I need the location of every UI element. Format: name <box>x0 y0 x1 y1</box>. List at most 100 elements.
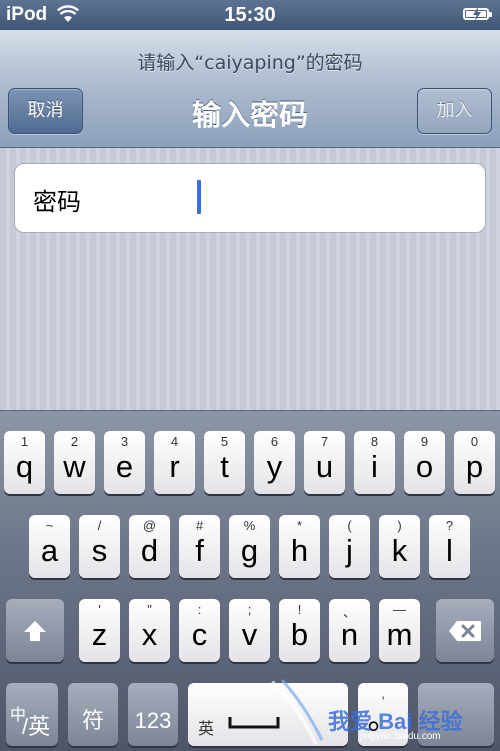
key-b[interactable]: ! b <box>279 599 320 662</box>
key-secondary-label: 6 <box>270 434 279 449</box>
key-letter-label: k <box>391 533 408 568</box>
text-cursor <box>197 180 201 214</box>
key-letter-label: n <box>340 617 359 652</box>
comma-key-sup: , <box>381 686 385 701</box>
key-letter-label: a <box>40 533 59 568</box>
key-letter-label: l <box>446 533 453 568</box>
content-area: 密码 <box>0 148 500 410</box>
key-secondary-label: 4 <box>170 434 179 449</box>
password-label: 密码 <box>33 188 81 216</box>
number-key-label: 123 <box>134 708 172 733</box>
shift-key[interactable] <box>6 599 64 662</box>
key-y[interactable]: 6y <box>254 431 295 494</box>
number-key[interactable]: 123 <box>128 683 178 746</box>
comma-key-main: 。 <box>367 701 399 736</box>
symbol-key[interactable]: 符 <box>68 683 118 746</box>
battery-icon <box>463 7 492 21</box>
key-secondary-label: ? <box>445 518 454 533</box>
key-secondary-label: 5 <box>220 434 229 449</box>
key-letter-label: w <box>63 449 86 484</box>
key-letter-label: f <box>195 533 204 568</box>
key-letter-label: c <box>191 617 208 652</box>
key-t[interactable]: 5t <box>204 431 245 494</box>
key-letter-label: t <box>220 449 229 484</box>
key-secondary-label: 0 <box>470 434 479 449</box>
key-secondary-label: / <box>97 518 102 533</box>
key-letter-label: r <box>169 449 180 484</box>
language-switch-key[interactable]: 中 /英 <box>6 683 58 746</box>
key-p[interactable]: 0p <box>454 431 495 494</box>
join-button[interactable]: 加入 <box>417 88 492 134</box>
key-j[interactable]: (j <box>329 515 370 578</box>
key-n[interactable]: 、 n <box>329 599 370 662</box>
key-letter-label: s <box>91 533 108 568</box>
key-a[interactable]: ~ a <box>29 515 70 578</box>
key-e[interactable]: 3e <box>104 431 145 494</box>
key-letter-label: m <box>386 617 413 652</box>
key-q[interactable]: 1q <box>4 431 45 494</box>
key-letter-label: i <box>371 449 378 484</box>
key-i[interactable]: 8i <box>354 431 395 494</box>
space-bar-icon <box>228 717 280 729</box>
key-r[interactable]: 4r <box>154 431 195 494</box>
key-secondary-label: # <box>195 518 204 533</box>
backspace-icon <box>449 621 481 641</box>
key-secondary-label: ' <box>98 602 101 617</box>
keyboard: 中 /英 符 123 英 , 。 1 q 2 w 3 e 4 r 5 t 6 y 7 u 8 i 9 o 0 p ~ a /… <box>0 410 500 751</box>
key-f[interactable]: # f <box>179 515 220 578</box>
key-letter-label: g <box>240 533 259 568</box>
clock: 15:30 <box>224 4 276 26</box>
space-key[interactable]: 英 <box>188 683 348 746</box>
key-secondary-label: 1 <box>20 434 29 449</box>
key-secondary-label: 8 <box>370 434 379 449</box>
key-secondary-label: * <box>296 518 303 533</box>
key-secondary-label: " <box>147 602 152 617</box>
key-letter-label: z <box>91 617 108 652</box>
key-letter-label: p <box>465 449 484 484</box>
comma-key[interactable]: , 。 <box>358 683 408 746</box>
key-letter-label: h <box>290 533 309 568</box>
backspace-key[interactable] <box>436 599 494 662</box>
key-secondary-label: 7 <box>320 434 329 449</box>
key-w[interactable]: 2w <box>54 431 95 494</box>
password-prompt: 请输入“caiyaping”的密码 <box>137 52 363 74</box>
navigation-bar: 请输入“caiyaping”的密码 取消 输入密码 加入 <box>0 30 500 148</box>
key-secondary-label: 3 <box>120 434 129 449</box>
key-letter-label: o <box>415 449 434 484</box>
return-key[interactable] <box>418 683 494 746</box>
key-letter-label: u <box>315 449 334 484</box>
key-letter-label: e <box>115 449 134 484</box>
key-z[interactable]: ' z <box>79 599 120 662</box>
key-l[interactable]: ? l <box>429 515 470 578</box>
key-secondary-label: @ <box>142 518 157 533</box>
password-field[interactable]: 密码 <box>14 163 486 233</box>
status-bar: iPod 15:30 <box>0 0 500 30</box>
key-letter-label: v <box>241 617 258 652</box>
key-h[interactable]: * h <box>279 515 320 578</box>
language-switch-main: /英 <box>22 714 51 739</box>
key-secondary-label: : <box>197 602 202 617</box>
key-letter-label: b <box>290 617 309 652</box>
key-d[interactable]: @ d <box>129 515 170 578</box>
key-letter-label: d <box>140 533 159 568</box>
key-secondary-label: — <box>393 602 406 617</box>
password-input[interactable] <box>205 176 469 222</box>
symbol-key-label: 符 <box>81 708 104 733</box>
key-secondary-label: ( <box>347 518 352 533</box>
key-u[interactable]: 7u <box>304 431 345 494</box>
key-k[interactable]: ) k <box>379 515 420 578</box>
key-o[interactable]: 9o <box>404 431 445 494</box>
key-c[interactable]: :c <box>179 599 220 662</box>
key-secondary-label: 2 <box>70 434 79 449</box>
key-s[interactable]: / s <box>79 515 120 578</box>
key-secondary-label: ~ <box>45 518 54 533</box>
key-secondary-label: ! <box>297 602 302 617</box>
charging-bolt-icon <box>473 7 481 21</box>
key-m[interactable]: — m <box>379 599 420 662</box>
key-x[interactable]: " x <box>129 599 170 662</box>
key-v[interactable]: ; v <box>229 599 270 662</box>
key-secondary-label: ; <box>247 602 252 617</box>
key-g[interactable]: % g <box>229 515 270 578</box>
key-letter-label: x <box>141 617 158 652</box>
key-letter-label: q <box>15 449 34 484</box>
